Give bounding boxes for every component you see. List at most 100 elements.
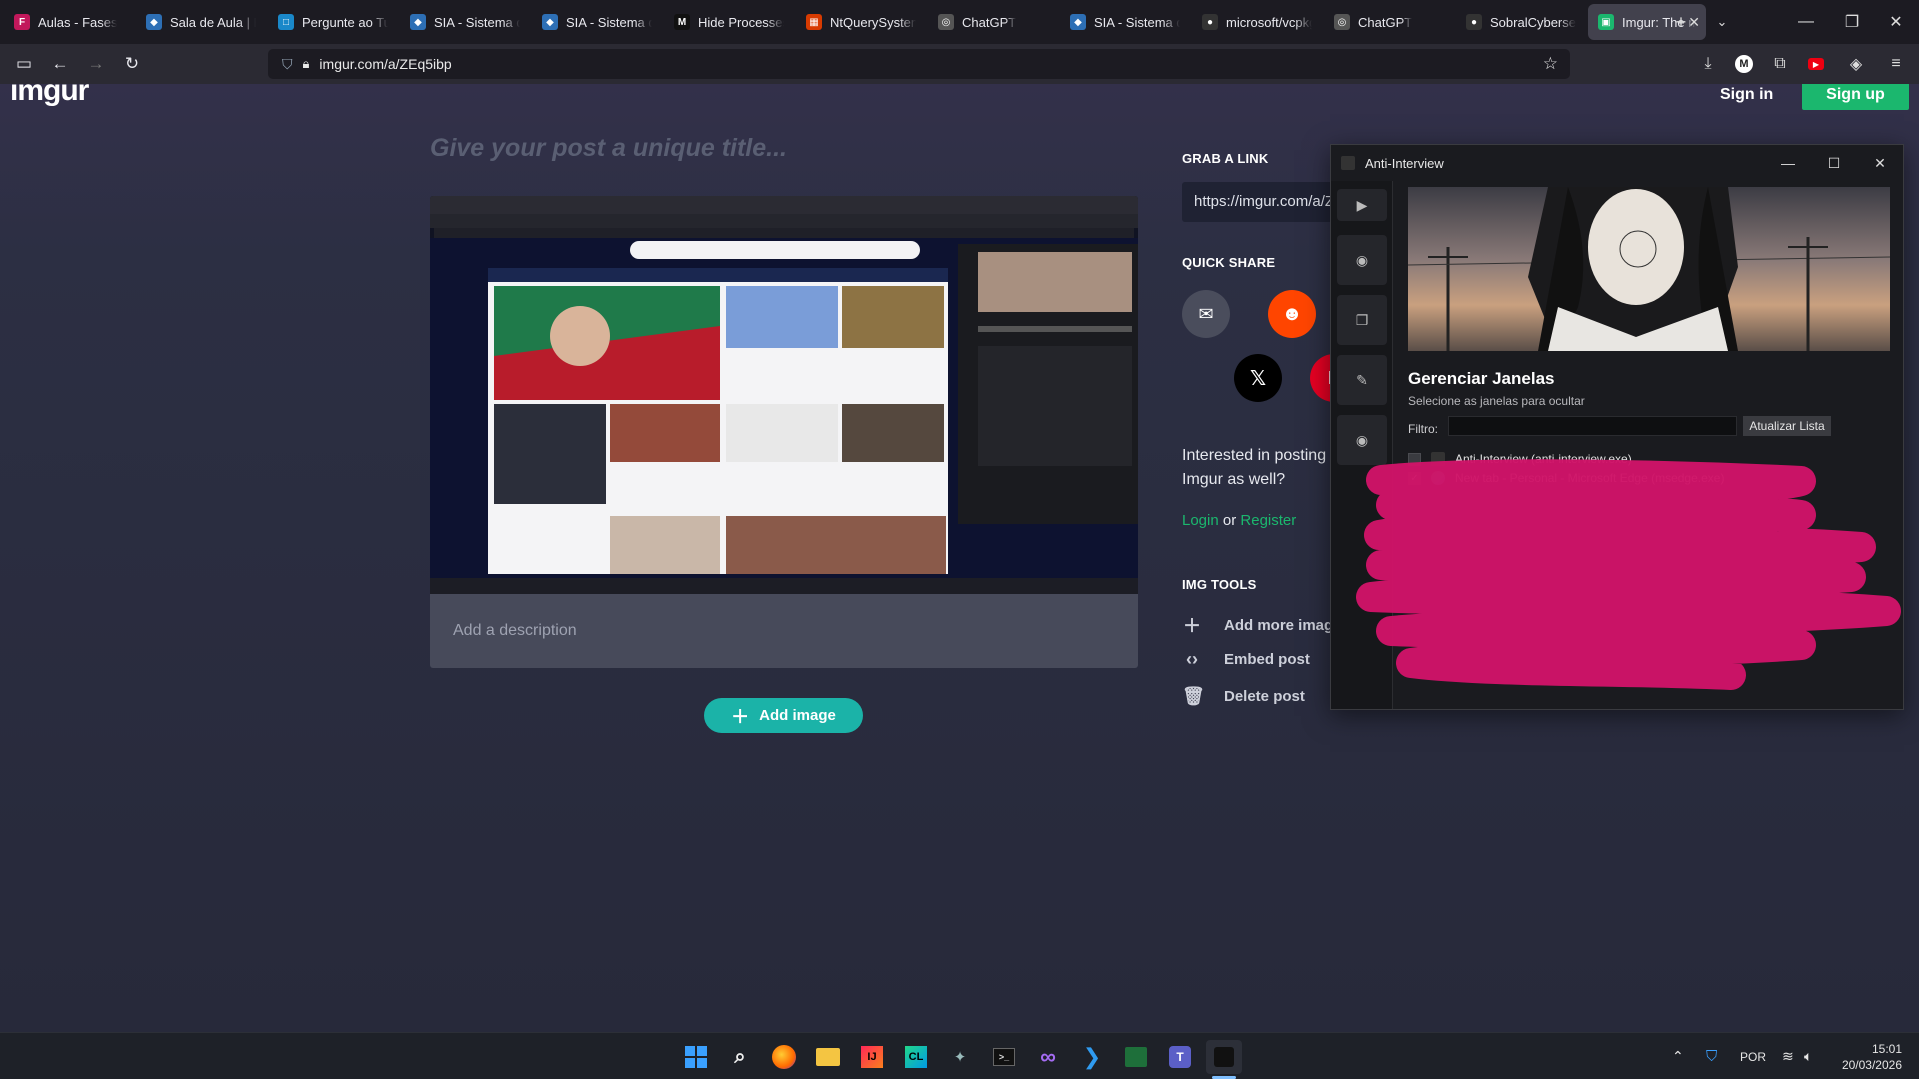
sidebar-toggle-icon[interactable]: ▭ [6,48,42,80]
tab-favicon-icon: ◆ [410,14,426,30]
account-icon[interactable]: M [1728,48,1760,80]
bookmark-star-icon[interactable]: ☆ [1543,54,1558,74]
delete-post-tool[interactable]: 🗑︎ Delete post [1182,686,1305,707]
downloads-icon[interactable]: ⤓ [1692,48,1724,80]
defender-icon[interactable]: ⛉ [1706,1033,1717,1079]
intellij-icon[interactable]: IJ [854,1040,890,1074]
restore-button[interactable]: ❐ [1828,0,1876,44]
language-indicator[interactable]: POR [1740,1033,1766,1079]
sign-up-button[interactable]: Sign up [1802,84,1909,110]
add-image-button[interactable]: ＋ Add image [704,698,863,733]
login-register-line: Login or Register [1182,512,1296,529]
dev-tool-icon[interactable]: ✦ [942,1040,978,1074]
uploaded-image[interactable] [430,196,1138,594]
browser-tab[interactable]: ◎ ChatGPT [928,4,1058,40]
anti-interview-window[interactable]: Anti-Interview — ☐ ✕ ▶ ◉ ❐ ✎ ◉ Gerenciar… [1330,144,1904,710]
window-checkbox[interactable] [1408,452,1421,466]
reddit-share-button[interactable]: ☻ [1268,290,1316,338]
refresh-list-button[interactable]: Atualizar Lista [1743,416,1831,436]
sidebar-play-button[interactable]: ▶ [1337,189,1387,221]
reload-button[interactable]: ↻ [114,48,150,80]
post-link-field[interactable]: https://imgur.com/a/ZEq5ibp [1182,182,1342,222]
task-manager-icon[interactable] [1118,1040,1154,1074]
window-row[interactable]: ✓ New tab - Personal - Microsoft Edge (m… [1408,468,1724,488]
browser-tab[interactable]: ◆ SIA - Sistema de [1060,4,1190,40]
youtube-extension-icon[interactable]: ▶ [1800,48,1832,80]
vscode-icon[interactable]: ❯ [1074,1040,1110,1074]
sidebar-tools-button[interactable]: ✎ [1337,355,1387,405]
description-input[interactable]: Add a description [430,594,1138,668]
volume-icon[interactable]: 🔈︎ [1804,1033,1812,1079]
browser-tab[interactable]: M Hide Processes | [664,4,794,40]
windows-taskbar: ⌕ IJ CL ✦ >_ ∞ ❯ T ⌃ ⛉ POR ≋ 🔈︎ 15:01 20… [0,1032,1919,1079]
new-tab-button[interactable]: + [1663,4,1699,40]
app-sidebar: ▶ ◉ ❐ ✎ ◉ [1331,181,1393,709]
tab-favicon-icon: ◆ [542,14,558,30]
trash-icon: 🗑︎ [1182,686,1205,706]
app-title-bar[interactable]: Anti-Interview — ☐ ✕ [1331,145,1903,181]
url-text[interactable]: imgur.com/a/ZEq5ibp [319,56,451,72]
filter-label: Filtro: [1408,422,1438,436]
tray-chevron-icon[interactable]: ⌃ [1672,1033,1684,1079]
post-title-input[interactable]: Give your post a unique title... [430,134,787,163]
lock-icon[interactable]: 🔒︎ [303,56,310,72]
browser-tab[interactable]: ◎ ChatGPT [1324,4,1454,40]
sign-in-link[interactable]: Sign in [1720,86,1773,104]
wifi-icon[interactable]: ≋ [1782,1033,1794,1079]
email-share-button[interactable]: ✉ [1182,290,1230,338]
browser-tab[interactable]: ● microsoft/vcpkg [1192,4,1322,40]
forward-button[interactable]: → [78,48,114,80]
quick-share-heading: QUICK SHARE [1182,255,1276,270]
browser-tab[interactable]: □ Pergunte ao Tut [268,4,398,40]
clion-icon[interactable]: CL [898,1040,934,1074]
search-icon[interactable]: ⌕ [722,1040,758,1074]
browser-tab[interactable]: ● SobralCybersec [1456,4,1586,40]
hero-image [1408,187,1890,351]
tab-label: SIA - Sistema de [566,14,652,30]
add-more-images-tool[interactable]: ＋ Add more images [1182,612,1350,638]
terminal-icon[interactable]: >_ [986,1040,1022,1074]
firefox-icon[interactable] [766,1040,802,1074]
anti-interview-taskbar-icon[interactable] [1206,1040,1242,1074]
app-close-button[interactable]: ✕ [1857,145,1903,181]
tab-label: SobralCybersec [1490,14,1576,30]
menu-icon[interactable]: ≡ [1880,48,1912,80]
browser-tab[interactable]: ◆ Sala de Aula | Es [136,4,266,40]
browser-tab[interactable]: F Aulas - Fases [4,4,134,40]
filter-input[interactable] [1448,416,1737,436]
extension-icon[interactable]: ◈ [1840,48,1872,80]
browser-tab[interactable]: ◆ SIA - Sistema de [400,4,530,40]
tab-label: SIA - Sistema de [1094,14,1180,30]
register-link[interactable]: Register [1240,512,1296,529]
app-minimize-button[interactable]: — [1765,145,1811,181]
file-explorer-icon[interactable] [810,1040,846,1074]
clock[interactable]: 15:01 20/03/2026 [1834,1033,1902,1079]
shield-icon[interactable]: ⛉ [282,56,293,73]
app-maximize-button[interactable]: ☐ [1811,145,1857,181]
app-logo-icon [1431,452,1445,466]
embed-post-tool[interactable]: ‹› Embed post [1182,649,1310,670]
teams-icon[interactable]: T [1162,1040,1198,1074]
sidebar-record-button[interactable]: ◉ [1337,235,1387,285]
imgur-logo[interactable]: imgur [10,84,89,108]
close-window-button[interactable]: ✕ [1872,0,1919,44]
clock-time: 15:01 [1871,1041,1902,1056]
url-bar[interactable]: ⛉ 🔒︎ imgur.com/a/ZEq5ibp ☆ [268,49,1570,79]
window-row[interactable]: Anti-Interview (anti-interview.exe) [1408,449,1632,469]
sidebar-media-button[interactable]: ◉ [1337,415,1387,465]
minimize-button[interactable]: — [1782,0,1830,44]
start-windows-icon[interactable] [678,1040,714,1074]
interest-text: Interested in posting to Imgur as well? [1182,447,1344,488]
x-share-button[interactable]: 𝕏 [1234,354,1282,402]
sidebar-windows-button[interactable]: ❐ [1337,295,1387,345]
window-checkbox[interactable]: ✓ [1408,471,1421,485]
back-button[interactable]: ← [42,48,78,80]
browser-tab[interactable]: ▦ NtQuerySystemI [796,4,926,40]
tab-label: ChatGPT [962,14,1017,30]
extensions-icon[interactable]: ⧉ [1764,48,1796,80]
tab-list-chevron-icon[interactable]: ⌄ [1704,4,1740,40]
hero-illustration [1408,187,1890,351]
login-link[interactable]: Login [1182,512,1219,529]
browser-tab[interactable]: ◆ SIA - Sistema de [532,4,662,40]
visual-studio-icon[interactable]: ∞ [1030,1040,1066,1074]
